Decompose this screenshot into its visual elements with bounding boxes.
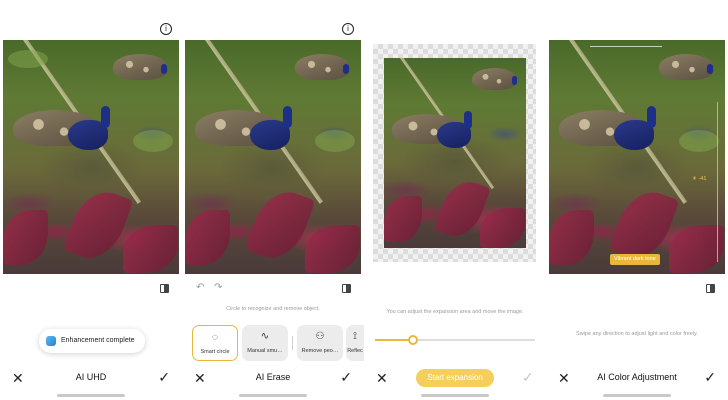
confirm-icon[interactable]: ✓ (340, 369, 352, 386)
manual-smudge-icon: ∿ (260, 331, 270, 342)
tool-divider (292, 336, 293, 350)
tool-label: Smart circle (200, 349, 230, 355)
tool-remove-people[interactable]: ⚇ Remove peo… (297, 325, 343, 361)
confirm-icon[interactable]: ✓ (704, 369, 716, 386)
horizontal-guide (590, 46, 662, 47)
home-indicator (421, 394, 489, 397)
confirm-icon[interactable]: ✓ (158, 369, 170, 386)
redo-icon[interactable]: ↷ (214, 282, 222, 293)
start-expansion-button[interactable]: Start expansion (416, 369, 494, 387)
confirm-icon: ✓ (522, 369, 534, 385)
erase-hint: Circle to recognize and remove object. (226, 306, 320, 312)
bottom-bar: ✕ AI Erase ✓ (182, 360, 364, 396)
tool-label: Remove peo… (301, 348, 339, 354)
toast-text: Enhancement complete (61, 337, 135, 344)
tool-smart-circle[interactable]: ◌ Smart circle (192, 325, 238, 361)
panel-ai-color: Swipe any direction to adjust light and … (546, 0, 728, 400)
adjust-value-text: -41 (698, 176, 707, 182)
photo-preview[interactable] (549, 40, 725, 274)
color-hint: Swipe any direction to adjust light and … (576, 331, 698, 337)
tool-manual-smudge[interactable]: ∿ Manual smu… (242, 325, 288, 361)
photo-preview (3, 40, 179, 274)
tool-reflection[interactable]: ⟟ Reflec (346, 325, 364, 361)
panel-title: AI UHD (75, 372, 107, 382)
tool-label: Reflec (347, 348, 363, 354)
info-icon[interactable]: i (342, 23, 354, 35)
home-indicator (57, 394, 125, 397)
compare-icon[interactable] (160, 284, 169, 293)
reflection-icon: ⟟ (353, 331, 357, 342)
tool-label: Manual smu… (247, 348, 283, 354)
enhancement-toast: Enhancement complete (39, 329, 145, 353)
adjust-value: ☀ -41 (692, 176, 707, 182)
enhancement-icon (46, 336, 56, 346)
compare-icon[interactable] (706, 284, 715, 293)
smart-circle-icon: ◌ (212, 332, 218, 343)
compare-icon[interactable] (342, 284, 351, 293)
home-indicator (603, 394, 671, 397)
panel-ai-uhd: i Enhancement complete ✕ AI UHD ✓ (0, 0, 182, 400)
photo-preview[interactable] (384, 58, 526, 248)
bottom-bar: ✕ AI UHD ✓ (0, 360, 182, 396)
close-icon[interactable]: ✕ (376, 370, 388, 387)
photo-preview (185, 40, 361, 274)
expand-hint: You can adjust the expansion area and mo… (386, 309, 524, 315)
panel-title: AI Color Adjustment (597, 372, 677, 382)
info-icon[interactable]: i (160, 23, 172, 35)
remove-people-icon: ⚇ (315, 331, 325, 342)
expansion-slider[interactable] (375, 335, 535, 345)
vertical-guide (717, 102, 718, 262)
bottom-bar: ✕ AI Color Adjustment ✓ (546, 360, 728, 396)
tone-badge: Vibrant dark tone (610, 254, 660, 265)
undo-icon[interactable]: ↶ (196, 282, 204, 293)
home-indicator (239, 394, 307, 397)
panel-title: AI Erase (255, 372, 291, 382)
panel-ai-erase: i ↶ ↷ Circle to recognize and remove obj… (182, 0, 364, 400)
